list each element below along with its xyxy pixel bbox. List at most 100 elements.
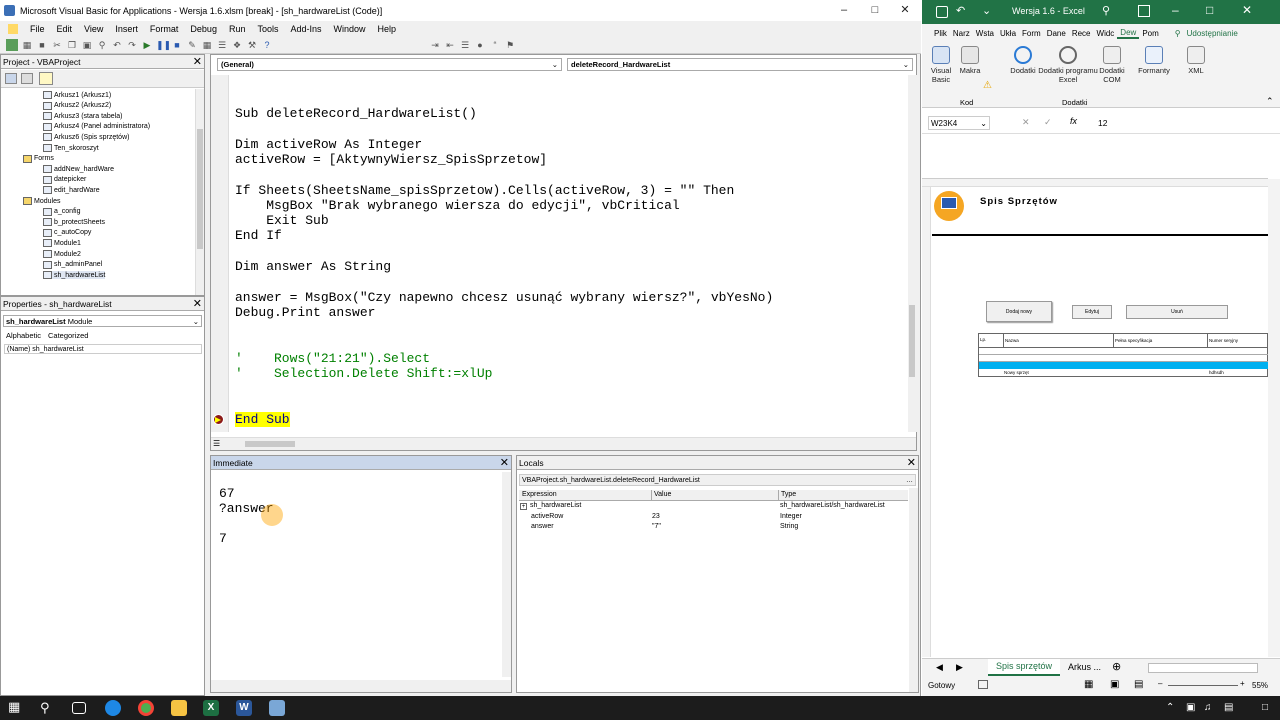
file-explorer-icon[interactable] <box>171 700 187 716</box>
locals-vscroll[interactable] <box>909 488 918 692</box>
close-icon[interactable]: ✕ <box>193 55 202 69</box>
code-vscroll[interactable] <box>908 75 917 432</box>
procedure-combo[interactable]: deleteRecord_HardwareList ⌄ <box>567 58 913 71</box>
tab-wsta[interactable]: Wsta <box>973 29 997 38</box>
object-combo[interactable]: (General) ⌄ <box>217 58 562 71</box>
copy-icon[interactable]: ❐ <box>66 39 78 51</box>
tab-widc[interactable]: Widc <box>1094 29 1118 38</box>
tab-dane[interactable]: Dane <box>1044 29 1069 38</box>
windows-start-icon[interactable]: ▦ <box>8 700 22 714</box>
edge-icon[interactable] <box>105 700 121 716</box>
minimize-icon[interactable]: – <box>828 0 860 21</box>
tree-item[interactable]: edit_hardWare <box>43 186 100 195</box>
tree-item[interactable]: Arkusz2 (Arkusz2) <box>43 101 111 110</box>
column-type[interactable]: Type <box>778 490 796 500</box>
word-taskbar-icon[interactable]: W <box>236 700 252 716</box>
tab-categorized[interactable]: Categorized <box>48 331 88 340</box>
immediate-hscroll[interactable] <box>211 680 511 692</box>
toolbox-icon[interactable]: ⚒ <box>246 39 258 51</box>
close-icon[interactable]: ✕ <box>1242 3 1252 17</box>
tab-form[interactable]: Form <box>1019 29 1044 38</box>
break-icon[interactable]: ❚❚ <box>156 39 171 51</box>
maximize-icon[interactable]: □ <box>1206 3 1213 17</box>
accessibility-icon[interactable] <box>978 680 988 689</box>
locals-row[interactable]: activeRow 23 Integer <box>519 513 908 523</box>
expand-icon[interactable]: + <box>520 503 527 510</box>
network-icon[interactable]: ▣ <box>1186 702 1195 713</box>
code-editor[interactable]: Sub deleteRecord_HardwareList() Dim activ… <box>211 106 901 436</box>
redo-icon[interactable]: ↷ <box>126 39 138 51</box>
reset-icon[interactable]: ■ <box>171 39 183 51</box>
delete-button[interactable]: Usuń <box>1126 305 1228 319</box>
project-explorer-icon[interactable]: ▦ <box>201 39 213 51</box>
menu-run[interactable]: Run <box>229 24 246 34</box>
column-value[interactable]: Value <box>651 490 671 500</box>
visual-basic-button[interactable]: Visual Basic <box>928 46 954 84</box>
find-icon[interactable]: ⚲ <box>96 39 108 51</box>
close-icon[interactable]: ✕ <box>889 0 921 21</box>
excel-addins-button[interactable]: Dodatki programu Excel <box>1038 46 1098 84</box>
sheet-tab[interactable]: Arkus ... <box>1068 662 1101 672</box>
addins-button[interactable]: Dodatki <box>1006 46 1040 75</box>
run-icon[interactable]: ▶ <box>141 39 153 51</box>
menu-edit[interactable]: Edit <box>57 24 73 34</box>
paste-icon[interactable]: ▣ <box>81 39 93 51</box>
notifications-icon[interactable]: □ <box>1262 702 1268 713</box>
tree-item[interactable]: Arkusz4 (Panel administratora) <box>43 122 150 131</box>
comment-block-icon[interactable]: “ <box>489 39 501 51</box>
next-sheet-icon[interactable]: ▶ <box>956 662 963 673</box>
indent-icon[interactable]: ⇥ <box>429 39 441 51</box>
excel-hscroll[interactable] <box>1148 663 1258 673</box>
tree-item[interactable]: datepicker <box>43 175 86 184</box>
worksheet-grid[interactable]: Spis Sprzętów Dodaj nowy Edytuj Usuń Lp.… <box>922 178 1280 657</box>
bookmark-icon[interactable]: ⚑ <box>504 39 516 51</box>
object-selector[interactable]: sh_hardwareList Module ⌄ <box>3 315 202 327</box>
controls-button[interactable]: Formanty <box>1134 46 1174 75</box>
menu-format[interactable]: Format <box>150 24 179 34</box>
cut-icon[interactable]: ✂ <box>51 39 63 51</box>
normal-view-icon[interactable]: ▦ <box>1084 679 1093 690</box>
tab-pom[interactable]: Pom <box>1139 29 1161 38</box>
zoom-in-icon[interactable]: + <box>1240 679 1245 688</box>
procedure-view-icon[interactable]: ☰ <box>213 439 220 448</box>
tree-item[interactable]: b_protectSheets <box>43 218 105 227</box>
page-layout-icon[interactable]: ▣ <box>1110 679 1119 690</box>
add-new-button[interactable]: Dodaj nowy <box>986 301 1052 322</box>
zoom-out-icon[interactable]: – <box>1158 679 1162 688</box>
minimize-icon[interactable]: – <box>1172 3 1179 17</box>
page-break-icon[interactable]: ▤ <box>1134 679 1143 690</box>
chrome-icon[interactable] <box>138 700 154 716</box>
menu-addins[interactable]: Add-Ins <box>290 24 321 34</box>
save-icon[interactable]: ■ <box>36 39 48 51</box>
locals-row[interactable]: answer "7" String <box>519 523 908 533</box>
tree-item[interactable]: c_autoCopy <box>43 228 91 237</box>
tree-item[interactable]: sh_adminPanel <box>43 260 102 269</box>
task-view-icon[interactable] <box>72 702 86 714</box>
excel-taskbar-icon[interactable]: X <box>203 700 219 716</box>
xml-button[interactable]: XML <box>1180 46 1212 75</box>
project-scrollbar[interactable] <box>195 89 204 295</box>
code-hscroll[interactable]: ☰ <box>211 437 916 450</box>
design-mode-icon[interactable]: ✎ <box>186 39 198 51</box>
language-icon[interactable]: ▤ <box>1224 702 1233 713</box>
menu-window[interactable]: Window <box>334 24 366 34</box>
prev-sheet-icon[interactable]: ◀ <box>936 662 943 673</box>
undo-icon[interactable]: ↶ <box>111 39 123 51</box>
zoom-slider[interactable] <box>1168 685 1238 686</box>
toggle-folders-icon[interactable] <box>39 72 53 85</box>
tree-item[interactable]: sh_hardwareList <box>43 271 106 280</box>
tree-item[interactable]: Forms <box>23 154 54 163</box>
tree-item[interactable]: Module2 <box>43 250 81 258</box>
scroll-thumb[interactable] <box>197 129 203 249</box>
autosave-icon[interactable] <box>936 6 948 18</box>
ribbon-display-icon[interactable] <box>1138 5 1150 17</box>
name-box[interactable]: W23K4 ⌄ <box>928 116 990 130</box>
table-row[interactable]: Nowy sprzęt hdhsdh <box>979 369 1269 376</box>
toggle-breakpoint-icon[interactable]: ● <box>474 39 486 51</box>
customize-icon[interactable]: ⌄ <box>982 4 991 17</box>
macros-button[interactable]: Makra <box>956 46 984 75</box>
vba-taskbar-icon[interactable] <box>269 700 285 716</box>
cancel-icon[interactable]: ✕ <box>1022 117 1030 128</box>
property-row[interactable]: (Name) sh_hardwareList <box>4 344 202 354</box>
function-icon[interactable]: fx <box>1070 116 1077 126</box>
